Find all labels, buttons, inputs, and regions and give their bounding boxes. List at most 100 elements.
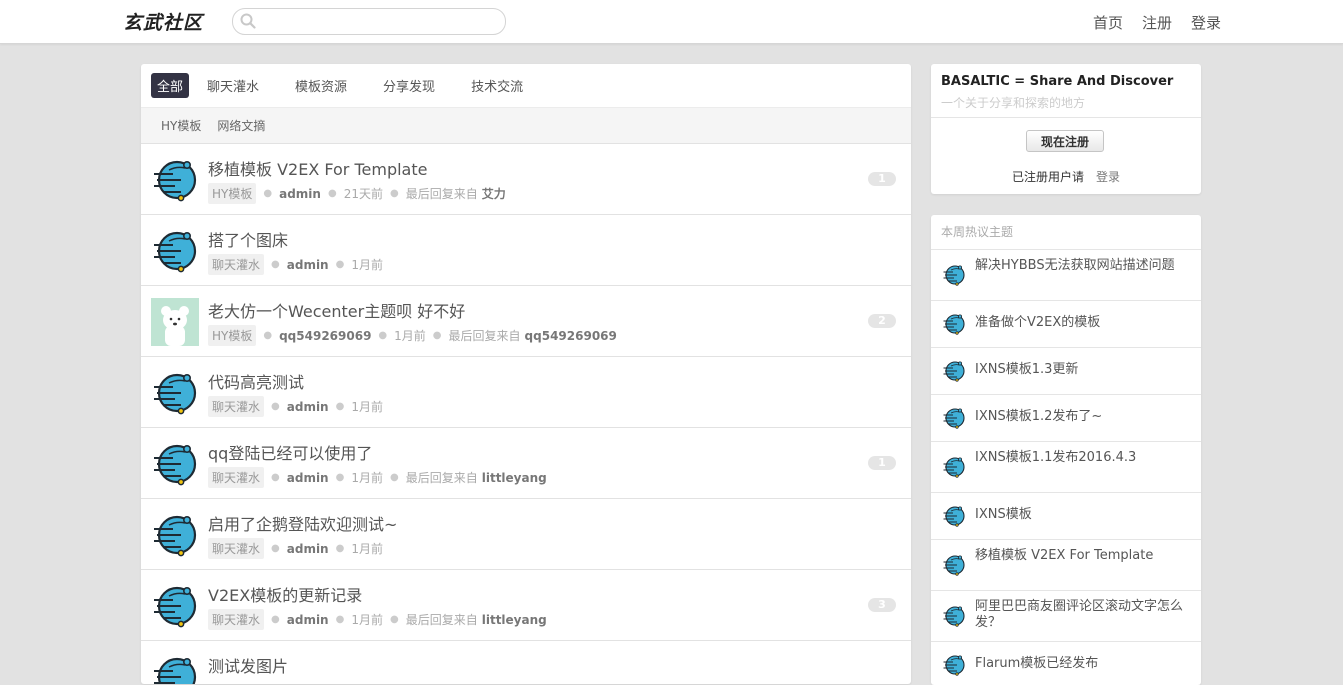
hot-topic-link[interactable]: Flarum模板已经发布 [975, 656, 1195, 672]
tab-share[interactable]: 分享发现 [377, 73, 441, 98]
subtab-web-digest[interactable]: 网络文摘 [217, 117, 265, 134]
tab-chat[interactable]: 聊天灌水 [201, 73, 265, 98]
topic-author-link[interactable]: admin [279, 187, 321, 201]
topic-avatar[interactable] [151, 511, 199, 559]
sidebar-login-link[interactable]: 登录 [1096, 168, 1120, 185]
topic-panel: 全部 聊天灌水 模板资源 分享发现 技术交流 HY模板 网络文摘 移植模板 V2… [141, 64, 911, 684]
hot-topic-item[interactable]: IXNS模板1.2发布了~ [931, 395, 1201, 442]
hot-topic-link[interactable]: IXNS模板1.3更新 [975, 362, 1195, 378]
topic-node-tag[interactable]: 聊天灌水 [208, 538, 265, 559]
search-box[interactable] [232, 8, 506, 35]
topic-author-link[interactable]: admin [287, 400, 329, 414]
reply-count-badge[interactable]: 1 [868, 172, 896, 186]
hot-topic-item[interactable]: IXNS模板1.1发布2016.4.3 [931, 442, 1201, 493]
topic-node-tag[interactable]: 聊天灌水 [208, 609, 265, 630]
last-replier-link[interactable]: littleyang [482, 613, 547, 627]
topic-time: 1月前 [351, 400, 383, 414]
topic-avatar[interactable] [151, 653, 199, 684]
topic-node-tag[interactable]: 聊天灌水 [208, 396, 265, 417]
topic-avatar[interactable] [151, 227, 199, 275]
hot-topic-item[interactable]: IXNS模板1.3更新 [931, 348, 1201, 395]
topic-avatar[interactable] [151, 369, 199, 417]
site-logo[interactable]: 玄武社区 [123, 8, 203, 34]
topic-avatar[interactable] [151, 582, 199, 630]
reply-count-badge[interactable]: 1 [868, 456, 896, 470]
hot-topic-avatar [942, 653, 966, 677]
topic-node-tag[interactable]: 聊天灌水 [208, 254, 265, 275]
topic-row[interactable]: 启用了企鹅登陆欢迎测试~ 聊天灌水 ● admin ● 1月前 [141, 499, 911, 570]
topic-time: 21天前 [343, 187, 383, 201]
tab-templates[interactable]: 模板资源 [289, 73, 353, 98]
hot-topic-link[interactable]: 准备做个V2EX的模板 [975, 315, 1195, 331]
hot-topic-item[interactable]: 移植模板 V2EX For Template [931, 540, 1201, 591]
already-registered-text: 已注册用户请 [1012, 170, 1085, 184]
reply-count-badge[interactable]: 2 [868, 314, 896, 328]
last-replier-link[interactable]: qq549269069 [525, 329, 617, 343]
separator-dot: ● [327, 188, 337, 199]
hot-topic-avatar [942, 263, 966, 287]
tab-all[interactable]: 全部 [151, 73, 190, 98]
search-input[interactable] [261, 12, 500, 32]
topic-author-link[interactable]: admin [287, 613, 329, 627]
separator-dot: ● [389, 188, 399, 199]
topic-node-tag[interactable]: HY模板 [208, 183, 257, 204]
hot-topic-link[interactable]: 解决HYBBS无法获取网站描述问题 [975, 258, 1195, 274]
hot-topic-item[interactable]: 解决HYBBS无法获取网站描述问题 [931, 250, 1201, 301]
hot-topic-item[interactable]: 准备做个V2EX的模板 [931, 301, 1201, 348]
nav-home-link[interactable]: 首页 [1093, 12, 1123, 33]
topic-node-tag[interactable]: 聊天灌水 [208, 467, 265, 488]
register-now-button[interactable]: 现在注册 [1026, 130, 1104, 152]
subtab-hy-template[interactable]: HY模板 [161, 117, 201, 134]
topic-title-link[interactable]: 启用了企鹅登陆欢迎测试~ [208, 511, 397, 535]
topic-time: 1月前 [351, 258, 383, 272]
topic-time: 1月前 [394, 329, 426, 343]
topic-row[interactable]: 搭了个图床 聊天灌水 ● admin ● 1月前 [141, 215, 911, 286]
planet-avatar-icon [154, 657, 197, 684]
hot-topic-item[interactable]: IXNS模板 [931, 493, 1201, 540]
topic-title-link[interactable]: qq登陆已经可以使用了 [208, 440, 372, 464]
topic-avatar[interactable] [151, 156, 199, 204]
top-bar: 玄武社区 首页 注册 登录 [0, 0, 1343, 44]
nav-login-link[interactable]: 登录 [1191, 12, 1221, 33]
separator-dot: ● [335, 614, 345, 625]
topic-title-link[interactable]: 测试发图片 [208, 653, 288, 677]
topic-row[interactable]: 移植模板 V2EX For Template HY模板 ● admin ● 21天… [141, 144, 911, 215]
topic-title-link[interactable]: 移植模板 V2EX For Template [208, 156, 427, 180]
topic-author-link[interactable]: admin [287, 471, 329, 485]
topic-row[interactable]: qq登陆已经可以使用了聊天灌水 ● admin ● 1月前 ● 最后回复来自 li… [141, 428, 911, 499]
planet-avatar-icon [943, 555, 965, 576]
topic-row[interactable]: 代码高亮测试 聊天灌水 ● admin ● 1月前 [141, 357, 911, 428]
topic-title-link[interactable]: V2EX模板的更新记录 [208, 582, 362, 606]
topic-title-link[interactable]: 搭了个图床 [208, 227, 288, 251]
topic-row[interactable]: V2EX模板的更新记录聊天灌水 ● admin ● 1月前 ● 最后回复来自 li… [141, 570, 911, 641]
divider [931, 117, 1201, 118]
last-replier-link[interactable]: 艾力 [482, 185, 506, 202]
topic-meta: 聊天灌水 ● admin ● 1月前 ● 最后回复来自 littleyang [208, 609, 547, 630]
topic-title-link[interactable]: 代码高亮测试 [208, 369, 304, 393]
topic-avatar[interactable] [151, 440, 199, 488]
hot-topic-item[interactable]: 阿里巴巴商友圈评论区滚动文字怎么发？ [931, 591, 1201, 642]
topic-title-link[interactable]: 老大仿一个Wecenter主题呗 好不好 [208, 298, 465, 322]
topic-avatar[interactable] [151, 298, 199, 346]
hot-topic-link[interactable]: 阿里巴巴商友圈评论区滚动文字怎么发？ [975, 599, 1195, 631]
site-title: BASALTIC = Share And Discover [941, 74, 1174, 89]
separator-dot: ● [378, 330, 388, 341]
topic-time: 1月前 [351, 542, 383, 556]
hot-topic-link[interactable]: 移植模板 V2EX For Template [975, 548, 1195, 564]
topic-node-tag[interactable]: HY模板 [208, 325, 257, 346]
bear-avatar-icon [151, 298, 199, 346]
topic-meta: 聊天灌水 ● admin ● 1月前 ● 最后回复来自 littleyang [208, 467, 547, 488]
hot-topic-link[interactable]: IXNS模板 [975, 507, 1195, 523]
hot-topic-link[interactable]: IXNS模板1.1发布2016.4.3 [975, 450, 1195, 466]
topic-author-link[interactable]: qq549269069 [279, 329, 371, 343]
topic-row[interactable]: 测试发图片 [141, 641, 911, 684]
tab-tech[interactable]: 技术交流 [465, 73, 529, 98]
reply-count-badge[interactable]: 3 [868, 598, 896, 612]
topic-row[interactable]: 老大仿一个Wecenter主题呗 好不好 HY模板 ● qq549269069 ●… [141, 286, 911, 357]
topic-author-link[interactable]: admin [287, 258, 329, 272]
last-replier-link[interactable]: littleyang [482, 471, 547, 485]
nav-register-link[interactable]: 注册 [1142, 12, 1172, 33]
hot-topic-link[interactable]: IXNS模板1.2发布了~ [975, 409, 1195, 425]
topic-author-link[interactable]: admin [287, 542, 329, 556]
hot-topics-list: 解决HYBBS无法获取网站描述问题 准备做个V2EX的模板 IXNS模板1.3更… [931, 250, 1201, 685]
